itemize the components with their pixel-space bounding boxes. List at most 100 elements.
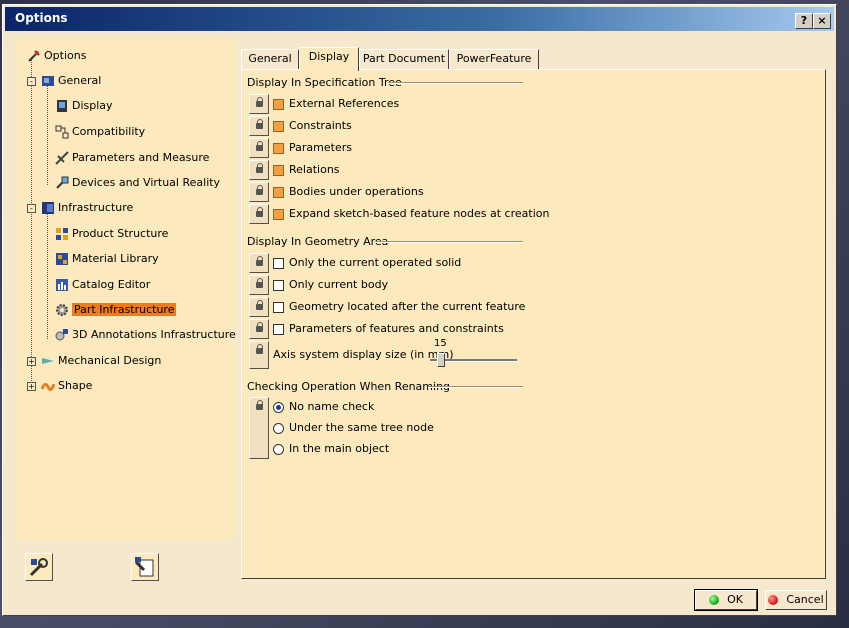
checkbox-unchecked[interactable] [273,279,284,291]
tree-item-catalog-editor[interactable]: Catalog Editor [55,276,150,294]
tree-item-shape[interactable]: Shape [40,377,92,395]
close-button[interactable]: × [813,13,831,29]
reset-options-button[interactable] [25,553,53,581]
lock-icon[interactable] [249,138,269,158]
tree-item-label: Product Structure [72,227,169,240]
tree-item-parameters[interactable]: Parameters and Measure [55,149,209,167]
cancel-button[interactable]: Cancel [765,590,827,610]
expand-mechanical-design[interactable]: + [27,357,36,366]
checkbox-unchecked[interactable] [273,301,284,313]
radio-main-object[interactable]: In the main object [273,439,389,459]
options-tree: Options - General Display Compatibility … [17,39,236,539]
section-divider [388,82,523,84]
tree-item-label: Parameters and Measure [72,151,210,164]
tree-item-general[interactable]: General [41,72,101,90]
option-only-current-body[interactable]: Only current body [273,275,388,295]
tree-item-3d-annotations[interactable]: 3D Annotations Infrastructure [55,326,236,344]
infrastructure-icon [41,201,55,215]
tab-part-document[interactable]: Part Document [359,49,449,69]
display-icon [55,99,69,113]
lock-icon[interactable] [249,397,269,459]
radio-selected[interactable] [273,401,284,413]
option-parameters[interactable]: Parameters [273,138,352,158]
display-tab-panel: Display In Specification Tree External R… [241,69,826,579]
tab-general[interactable]: General [241,49,299,69]
tree-item-label: Display [72,99,113,112]
option-label: No name check [289,400,375,413]
lock-icon[interactable] [249,319,269,339]
checkbox-unchecked[interactable] [273,323,284,335]
radio-unselected[interactable] [273,422,284,434]
annotations-icon [55,328,69,342]
checkbox-checked[interactable] [273,186,284,198]
radio-same-tree-node[interactable]: Under the same tree node [273,418,434,438]
help-button[interactable]: ? [795,13,813,29]
option-expand-sketch-nodes[interactable]: Expand sketch-based feature nodes at cre… [273,204,549,224]
tree-item-label: Infrastructure [58,201,134,214]
tab-powerfeature[interactable]: PowerFeature [449,49,539,69]
tree-line [31,57,32,387]
tab-display[interactable]: Display [299,47,359,71]
option-relations[interactable]: Relations [273,160,340,180]
tree-item-infrastructure[interactable]: Infrastructure [41,199,133,217]
option-bodies-under-operations[interactable]: Bodies under operations [273,182,424,202]
radio-unselected[interactable] [273,443,284,455]
tree-item-mechanical-design[interactable]: Mechanical Design [41,352,161,370]
checkbox-checked[interactable] [273,142,284,154]
lock-icon[interactable] [249,94,269,114]
tree-root[interactable]: Options [27,47,86,65]
collapse-general[interactable]: - [27,77,36,86]
ok-button[interactable]: OK [694,589,758,611]
lock-icon[interactable] [249,297,269,317]
option-geometry-after-feature[interactable]: Geometry located after the current featu… [273,297,525,317]
spec-tree-section-title: Display In Specification Tree [247,76,402,89]
checkbox-checked[interactable] [273,164,284,176]
window-title: Options [15,11,68,25]
lock-icon[interactable] [249,116,269,136]
tree-item-label: Catalog Editor [72,278,151,291]
tree-item-label: Compatibility [72,125,146,138]
ok-icon [709,595,720,605]
option-label: In the main object [289,442,390,455]
option-label: External References [289,97,400,110]
general-icon [41,74,55,88]
tree-item-material-library[interactable]: Material Library [55,250,159,268]
lock-icon[interactable] [249,253,269,273]
option-constraints[interactable]: Constraints [273,116,352,136]
lock-icon[interactable] [249,275,269,295]
radio-no-name-check[interactable]: No name check [273,397,374,417]
title-bar[interactable]: Options ? × [5,7,834,31]
section-divider [428,386,523,388]
product-structure-icon [55,227,69,241]
option-external-references[interactable]: External References [273,94,399,114]
geometry-section-title: Display In Geometry Area [247,235,389,248]
checkbox-checked[interactable] [273,208,284,220]
tree-item-product-structure[interactable]: Product Structure [55,225,168,243]
tree-item-devices[interactable]: Devices and Virtual Reality [55,174,220,192]
checkbox-checked[interactable] [273,98,284,110]
shape-icon [40,379,56,393]
expand-shape[interactable]: + [27,382,36,391]
option-parameters-features-constraints[interactable]: Parameters of features and constraints [273,319,504,339]
tree-item-label: 3D Annotations Infrastructure [72,328,236,341]
axis-size-slider-thumb[interactable] [437,353,445,367]
option-label: Only the current operated solid [289,256,462,269]
lock-icon[interactable] [249,204,269,224]
tree-item-part-infrastructure[interactable]: Part Infrastructure [55,301,177,319]
cancel-label: Cancel [786,593,824,606]
option-only-current-solid[interactable]: Only the current operated solid [273,253,461,273]
tree-item-label: Part Infrastructure [72,303,177,316]
option-label: Bodies under operations [289,185,424,198]
checkbox-unchecked[interactable] [273,257,284,269]
checkbox-checked[interactable] [273,120,284,132]
tree-item-compatibility[interactable]: Compatibility [55,123,145,141]
export-options-button[interactable] [131,553,159,581]
tree-item-display[interactable]: Display [55,97,113,115]
catalog-editor-icon [55,278,69,292]
lock-icon[interactable] [249,160,269,180]
lock-icon[interactable] [249,341,269,369]
tree-line [47,213,48,339]
collapse-infrastructure[interactable]: - [27,204,36,213]
section-divider [375,241,523,243]
lock-icon[interactable] [249,182,269,202]
